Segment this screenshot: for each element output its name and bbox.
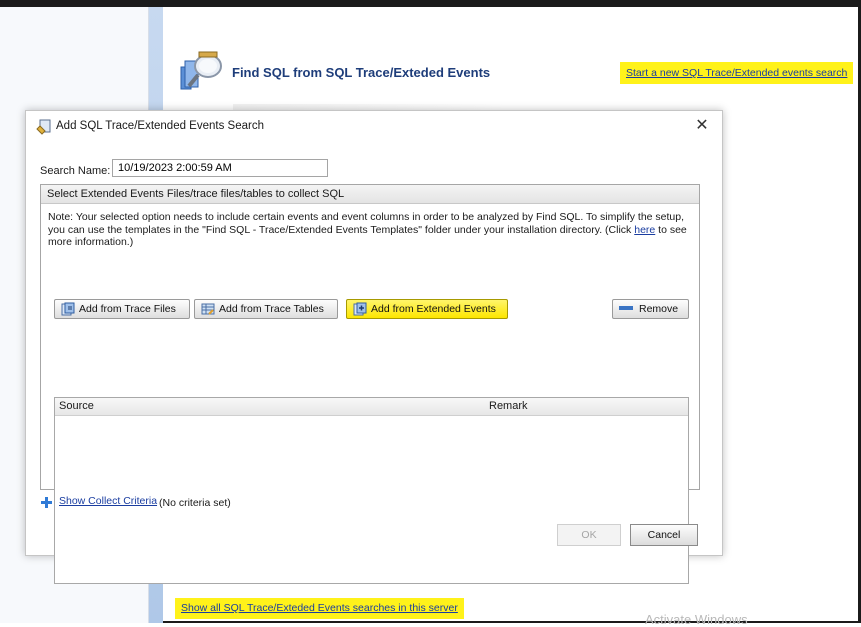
dialog-title: Add SQL Trace/Extended Events Search xyxy=(56,120,264,132)
trace-files-icon xyxy=(61,302,75,316)
show-all-searches-link[interactable]: Show all SQL Trace/Exteded Events search… xyxy=(175,598,464,619)
plus-icon[interactable] xyxy=(41,497,52,508)
add-from-trace-files-button[interactable]: Add from Trace Files xyxy=(54,299,190,319)
column-header-source[interactable]: Source xyxy=(59,398,94,415)
setup-note: Note: Your selected option needs to incl… xyxy=(48,211,692,249)
search-name-input[interactable] xyxy=(112,159,328,177)
search-name-label: Search Name: xyxy=(40,165,111,177)
trace-files-label: Add from Trace Files xyxy=(79,303,176,315)
remove-button[interactable]: Remove xyxy=(612,299,689,319)
trace-search-icon xyxy=(36,119,51,135)
add-from-trace-tables-button[interactable]: Add from Trace Tables xyxy=(194,299,338,319)
find-sql-icon xyxy=(180,51,222,90)
add-from-extended-events-button[interactable]: Add from Extended Events xyxy=(346,299,508,319)
ok-button[interactable]: OK xyxy=(557,524,621,546)
page-title: Find SQL from SQL Trace/Exteded Events xyxy=(232,65,491,80)
here-link[interactable]: here xyxy=(634,224,655,236)
source-table[interactable]: Source Remark xyxy=(54,397,689,584)
extended-events-label: Add from Extended Events xyxy=(371,303,496,315)
window-top-border xyxy=(0,0,861,7)
cancel-button[interactable]: Cancel xyxy=(630,524,698,546)
source-selection-group: Select Extended Events Files/trace files… xyxy=(40,184,700,584)
trace-tables-label: Add from Trace Tables xyxy=(219,303,324,315)
remove-label: Remove xyxy=(639,303,679,315)
close-icon[interactable]: ✕ xyxy=(692,117,712,135)
extended-events-icon xyxy=(353,302,367,316)
minus-icon xyxy=(619,306,633,310)
activate-windows-watermark: Activate Windows xyxy=(645,612,748,627)
add-search-dialog: Add SQL Trace/Extended Events Search ✕ S… xyxy=(25,110,723,584)
group-title: Select Extended Events Files/trace files… xyxy=(41,185,699,204)
criteria-status: (No criteria set) xyxy=(159,497,231,509)
show-collect-criteria-link[interactable]: Show Collect Criteria xyxy=(59,495,157,507)
trace-tables-icon xyxy=(201,303,215,315)
note-text: Note: Your selected option needs to incl… xyxy=(48,211,685,236)
dialog-titlebar[interactable]: Add SQL Trace/Extended Events Search ✕ xyxy=(26,111,722,141)
start-new-search-link[interactable]: Start a new SQL Trace/Extended events se… xyxy=(620,62,854,84)
column-header-remark[interactable]: Remark xyxy=(489,398,528,415)
table-header: Source Remark xyxy=(55,398,688,416)
